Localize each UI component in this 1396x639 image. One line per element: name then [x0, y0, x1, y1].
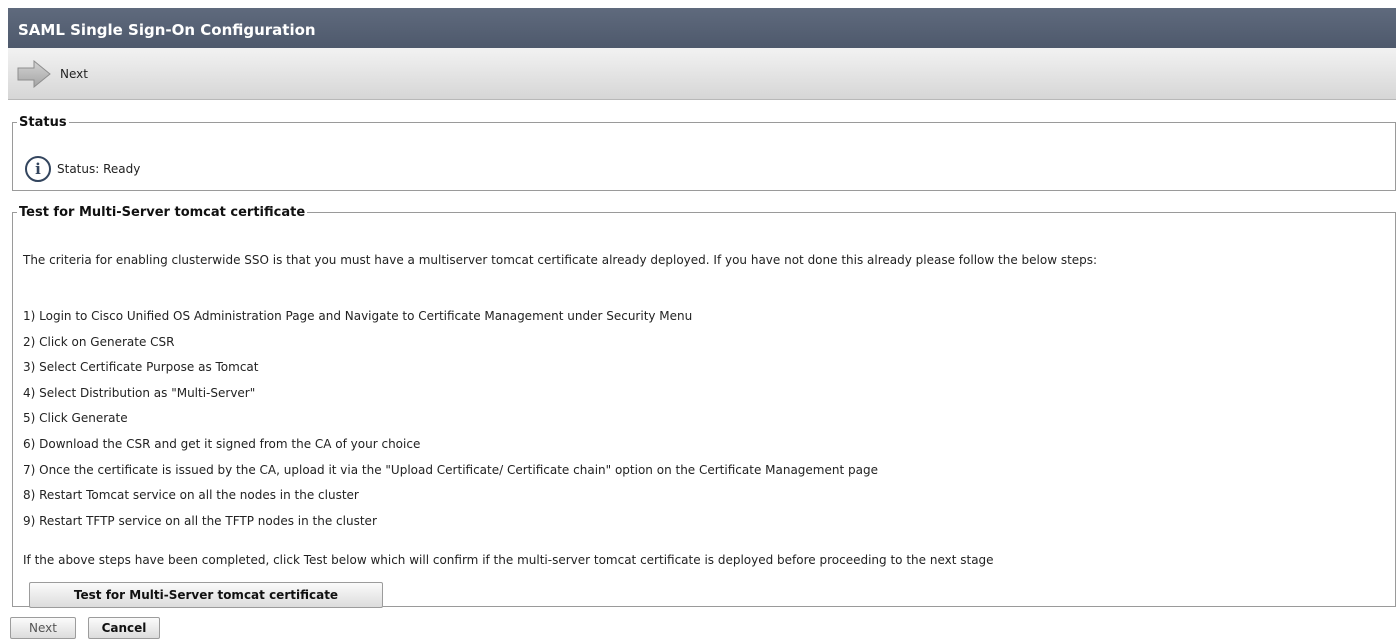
test-certificate-button[interactable]: Test for Multi-Server tomcat certificate: [29, 582, 383, 608]
step-item: 1) Login to Cisco Unified OS Administrat…: [23, 309, 693, 323]
test-certificate-section: Test for Multi-Server tomcat certificate…: [12, 205, 1396, 608]
step-item: 7) Once the certificate is issued by the…: [23, 462, 878, 477]
step-item: 2) Click on Generate CSR: [23, 334, 175, 349]
info-icon: i: [25, 156, 51, 182]
step-item: 8) Restart Tomcat service on all the nod…: [23, 488, 359, 503]
step-item: 9) Restart TFTP service on all the TFTP …: [23, 513, 377, 528]
toolbar-next-label: Next: [60, 67, 88, 81]
toolbar: Next: [8, 48, 1396, 100]
window-title: SAML Single Sign-On Configuration: [18, 21, 316, 39]
status-legend: Status: [19, 115, 67, 130]
status-section: Status i Status: Ready: [12, 115, 1396, 191]
intro-text: The criteria for enabling clusterwide SS…: [23, 253, 1098, 267]
step-item: 6) Download the CSR and get it signed fr…: [23, 436, 421, 451]
test-section-legend: Test for Multi-Server tomcat certificate: [19, 205, 306, 220]
title-bar: SAML Single Sign-On Configuration: [8, 8, 1396, 48]
outro-text: If the above steps have been completed, …: [23, 553, 994, 567]
status-text: Status: Ready: [57, 162, 141, 176]
steps-list: 1) Login to Cisco Unified OS Administrat…: [23, 304, 878, 534]
step-item: 4) Select Distribution as "Multi-Server": [23, 385, 256, 400]
arrow-right-icon: [17, 60, 51, 88]
step-item: 3) Select Certificate Purpose as Tomcat: [23, 360, 259, 375]
toolbar-next-button[interactable]: Next: [16, 58, 88, 90]
status-row: i Status: Ready: [25, 156, 140, 182]
step-item: 5) Click Generate: [23, 411, 128, 426]
